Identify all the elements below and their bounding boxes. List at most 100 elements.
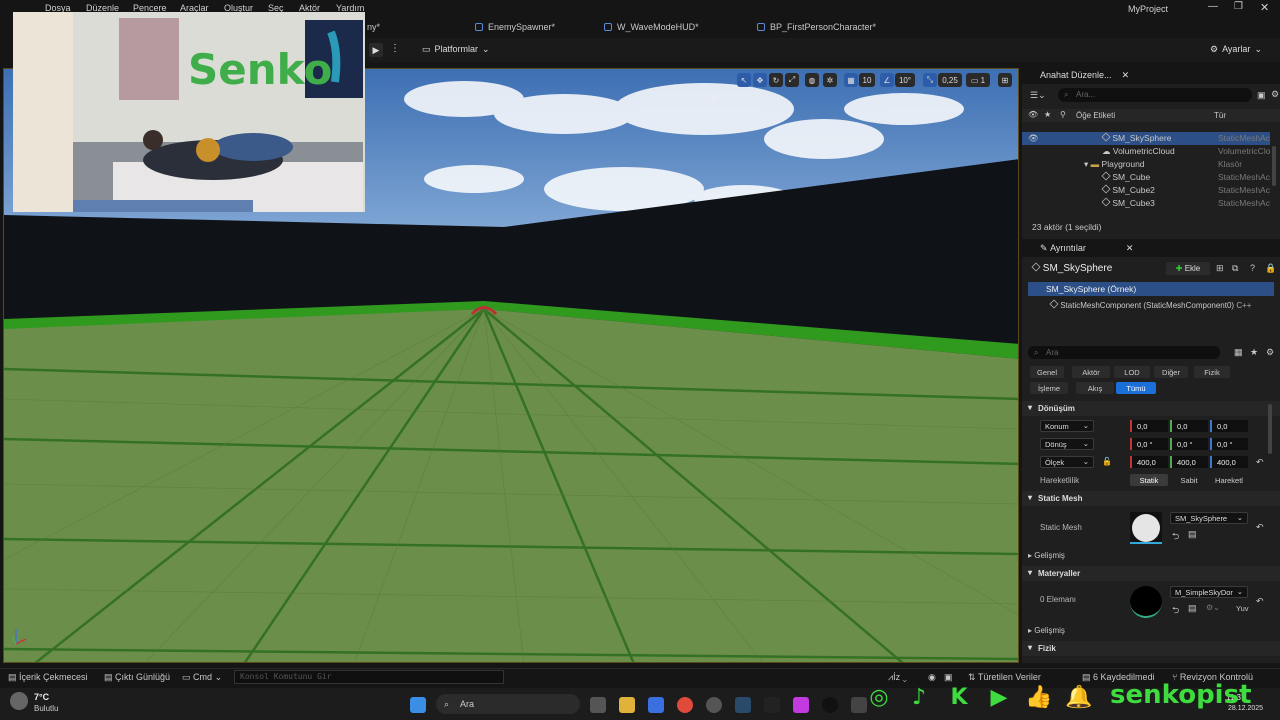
add-folder-icon[interactable]: ▣	[1257, 90, 1266, 101]
derived-data-button[interactable]: ⇅ Türetilen Veriler	[968, 672, 1041, 683]
material-dropdown[interactable]: M_SimpleSkyDor ⌄	[1170, 586, 1248, 598]
filter-rendering[interactable]: İşleme	[1030, 382, 1068, 394]
material-thumbnail[interactable]	[1130, 586, 1162, 618]
star-icon[interactable]: ★	[1044, 110, 1051, 119]
help-icon[interactable]: ?	[1250, 263, 1255, 273]
reset-icon[interactable]: ↶	[1256, 522, 1264, 533]
browse-icon[interactable]: ▤	[1188, 529, 1197, 540]
mobility-stationary[interactable]: Sabit	[1170, 474, 1208, 486]
settings-button[interactable]: ⚙ Ayarlar ⌄	[1210, 44, 1262, 55]
tab-level[interactable]: ny*	[367, 22, 380, 32]
column-type[interactable]: Tür	[1214, 111, 1226, 120]
close-icon[interactable]: ✕	[1126, 243, 1134, 254]
scale-mode-dropdown[interactable]: Ölçek ⌄	[1040, 456, 1094, 468]
layout-toggle-icon[interactable]: ⧉	[1232, 263, 1238, 274]
location-y[interactable]: 0,0	[1170, 420, 1208, 432]
surface-snap-icon[interactable]: ✲	[823, 73, 837, 87]
record-icon[interactable]: ◉	[928, 672, 936, 683]
visibility-icon[interactable]: 👁	[1028, 110, 1038, 119]
angle-size[interactable]: 10°	[895, 73, 915, 87]
outliner-row[interactable]: 👁 SM_SkySphere StaticMeshAc	[1022, 132, 1270, 145]
cmd-dropdown[interactable]: ▭ Cmd ⌄	[182, 672, 222, 683]
reset-icon[interactable]: ↶	[1256, 457, 1264, 468]
play-button[interactable]: ▶	[369, 43, 383, 57]
unreal-engine-icon[interactable]	[822, 697, 838, 713]
rotation-z[interactable]: 0,0 °	[1210, 438, 1248, 450]
close-icon[interactable]: ✕	[1122, 70, 1130, 81]
section-physics[interactable]: ▾ Fizik	[1022, 641, 1280, 656]
task-view-icon[interactable]	[590, 697, 606, 713]
tab-first-person[interactable]: BP_FirstPersonCharacter*	[757, 22, 876, 32]
rotation-x[interactable]: 0,0 °	[1130, 438, 1168, 450]
platforms-button[interactable]: ▭ Platformlar ⌄	[422, 44, 490, 55]
app-icon[interactable]	[706, 697, 722, 713]
mobility-static[interactable]: Statik	[1130, 474, 1168, 486]
trace-button[interactable]: ⩘İz ⌄	[888, 672, 907, 683]
column-label[interactable]: Öğe Etiketi	[1076, 111, 1115, 120]
layout-icon[interactable]: ⊞	[998, 73, 1012, 87]
scale-z[interactable]: 400,0	[1210, 456, 1248, 468]
gear-icon[interactable]: ⚙	[1266, 347, 1274, 358]
gear-icon[interactable]: ⚙	[1271, 89, 1279, 100]
visibility-icon[interactable]: 👁	[1028, 133, 1039, 144]
filter-general[interactable]: Genel	[1030, 366, 1064, 378]
scale-y[interactable]: 400,0	[1170, 456, 1208, 468]
scale-tool-icon[interactable]: ⤢	[785, 73, 799, 87]
filter-actor[interactable]: Aktör	[1072, 366, 1110, 378]
console-input[interactable]: Konsol Komutunu Gir	[234, 670, 504, 684]
filter-icon[interactable]: ☰⌄	[1030, 90, 1046, 101]
start-icon[interactable]	[410, 697, 426, 713]
angle-snap-icon[interactable]: ∠	[880, 73, 894, 87]
move-tool-icon[interactable]: ✥	[753, 73, 767, 87]
scale-x[interactable]: 400,0	[1130, 456, 1168, 468]
lock-icon[interactable]: 🔒	[1265, 263, 1276, 274]
rotation-mode-dropdown[interactable]: Dönüş ⌄	[1040, 438, 1094, 450]
outliner-row[interactable]: ▾ ▬ Playground Klasör	[1022, 158, 1270, 171]
rotation-y[interactable]: 0,0 °	[1170, 438, 1208, 450]
file-explorer-icon[interactable]	[619, 697, 635, 713]
taskbar-search[interactable]: ⌕ Ara	[436, 694, 580, 714]
output-log-button[interactable]: ▤ Çıktı Günlüğü	[104, 672, 170, 683]
filter-lod[interactable]: LOD	[1114, 366, 1150, 378]
filter-misc[interactable]: Diğer	[1154, 366, 1188, 378]
use-selected-icon[interactable]: ⮌	[1172, 603, 1179, 619]
weather-icon[interactable]	[10, 692, 28, 710]
component-root[interactable]: SM_SkySphere (Örnek)	[1028, 282, 1274, 296]
chrome-icon[interactable]	[677, 697, 693, 713]
app-icon[interactable]	[851, 697, 867, 713]
location-z[interactable]: 0,0	[1210, 420, 1248, 432]
grid-size[interactable]: 10	[859, 73, 875, 87]
outliner-row[interactable]: SM_Cube3 StaticMeshAc	[1022, 197, 1270, 210]
steam-icon[interactable]	[735, 697, 751, 713]
advanced-expander[interactable]: ▸ Gelişmiş	[1028, 626, 1065, 635]
select-tool-icon[interactable]: ↖	[737, 73, 751, 87]
grid-snap-icon[interactable]: ▦	[844, 73, 858, 87]
filter-physics[interactable]: Fizik	[1194, 366, 1230, 378]
mesh-thumbnail[interactable]	[1130, 512, 1162, 544]
outliner-row[interactable]: SM_Cube2 StaticMeshAc	[1022, 184, 1270, 197]
outliner-scrollbar[interactable]	[1272, 146, 1276, 186]
outliner-row[interactable]: SM_Cube StaticMeshAc	[1022, 171, 1270, 184]
pin-icon[interactable]: ⚲	[1060, 110, 1066, 119]
mobility-movable[interactable]: Hareketl	[1210, 474, 1248, 486]
details-search[interactable]: ⌕ Ara	[1028, 346, 1220, 359]
tab-wave-hud[interactable]: W_WaveModeHUD*	[604, 22, 699, 32]
outliner-row[interactable]: ☁ VolumetricCloud VolumetricClo	[1022, 145, 1270, 158]
reset-icon[interactable]: ↶	[1256, 596, 1264, 607]
outliner-search[interactable]: ⌕ Ara...	[1058, 88, 1252, 102]
store-icon[interactable]	[648, 697, 664, 713]
table-view-icon[interactable]: ▦	[1234, 347, 1243, 358]
camera-speed[interactable]: ▭ 1	[966, 73, 990, 87]
actor-name[interactable]: SM_SkySphere	[1031, 262, 1112, 274]
location-mode-dropdown[interactable]: Konum ⌄	[1040, 420, 1094, 432]
lock-icon[interactable]: 🔓	[1102, 457, 1112, 466]
blueprint-edit-icon[interactable]: ⊞	[1216, 263, 1224, 274]
details-scrollbar[interactable]	[1268, 404, 1272, 454]
content-drawer-button[interactable]: ▤ İçerik Çekmecesi	[8, 672, 88, 683]
component-item[interactable]: StaticMeshComponent (StaticMeshComponent…	[1049, 299, 1251, 310]
section-transform[interactable]: ▾ Dönüşüm	[1022, 401, 1280, 416]
material-options-icon[interactable]: ⚙⌄	[1206, 603, 1220, 612]
browse-icon[interactable]: ▤	[1188, 603, 1197, 614]
app-icon[interactable]	[793, 697, 809, 713]
expand-icon[interactable]: ▾	[1084, 159, 1088, 169]
